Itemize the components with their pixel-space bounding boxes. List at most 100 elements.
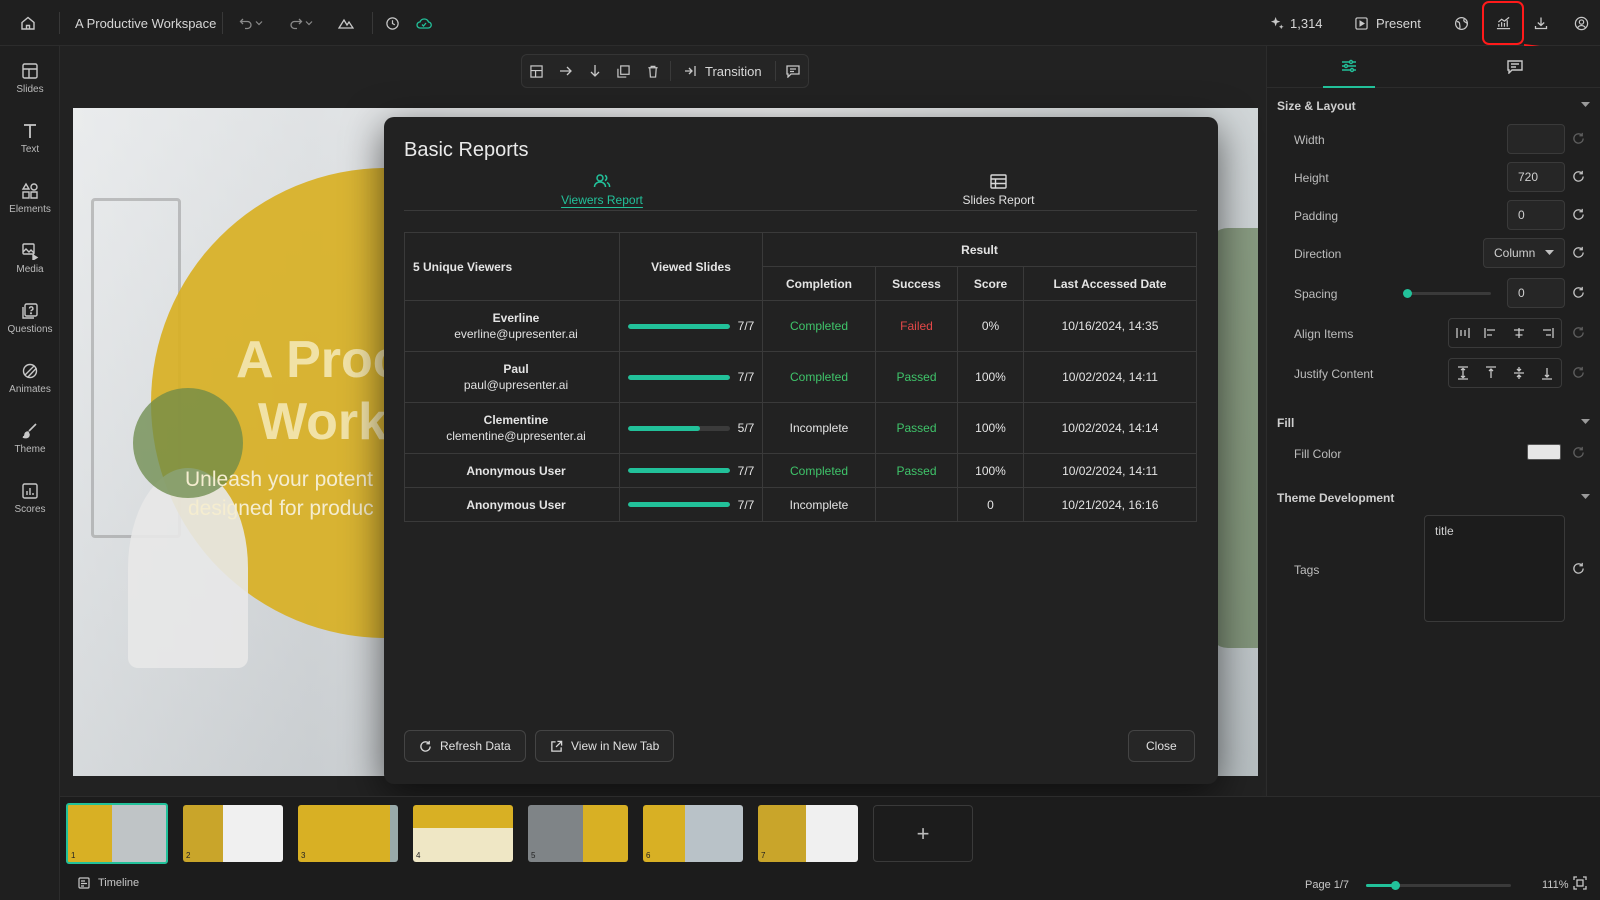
reset-icon[interactable]: [1572, 562, 1586, 576]
slide-number: 2: [186, 851, 191, 860]
slide-thumbnail[interactable]: 5: [528, 805, 628, 862]
slide-thumbnail[interactable]: 6: [643, 805, 743, 862]
zoom-slider-track[interactable]: [1366, 884, 1511, 887]
tab-viewers-report[interactable]: Viewers Report: [404, 169, 800, 211]
align-center-icon[interactable]: [1505, 319, 1533, 347]
chevron-down-icon[interactable]: [1581, 419, 1590, 425]
width-input[interactable]: [1507, 124, 1565, 154]
align-end-icon[interactable]: [1533, 319, 1561, 347]
close-button[interactable]: Close: [1128, 730, 1195, 762]
direction-value: Column: [1494, 246, 1536, 260]
sidebar-item-slides[interactable]: Slides: [0, 50, 60, 106]
duplicate-icon[interactable]: [609, 64, 638, 78]
refresh-data-button[interactable]: Refresh Data: [404, 730, 526, 762]
padding-input[interactable]: 0: [1507, 200, 1565, 230]
sidebar-item-theme[interactable]: Theme: [0, 410, 60, 466]
score-cell: 0: [957, 487, 1024, 522]
notes-icon[interactable]: [779, 64, 808, 78]
text-icon: [24, 123, 36, 138]
score-cell: 100%: [957, 402, 1024, 454]
view-in-new-tab-button[interactable]: View in New Tab: [535, 730, 675, 762]
sidebar-item-text[interactable]: Text: [0, 110, 60, 166]
completion-cell: Completed: [762, 351, 876, 403]
viewer-cell: Paul paul@upresenter.ai: [404, 351, 620, 403]
document-title[interactable]: A Productive Workspace: [75, 16, 216, 31]
reset-icon[interactable]: [1572, 246, 1586, 260]
chevron-down-icon[interactable]: [1581, 494, 1590, 500]
spacing-input[interactable]: 0: [1507, 278, 1565, 308]
reset-icon[interactable]: [1572, 132, 1586, 146]
slide-thumbnail[interactable]: 4: [413, 805, 513, 862]
sidebar-item-label: Text: [20, 143, 40, 155]
justify-start-icon[interactable]: [1477, 359, 1505, 387]
reset-icon[interactable]: [1572, 366, 1586, 380]
zoom-slider-thumb[interactable]: [1391, 881, 1400, 890]
arrow-down-icon[interactable]: [580, 64, 609, 78]
align-start-icon[interactable]: [1477, 319, 1505, 347]
viewed-slides-cell: 7/7: [619, 351, 763, 403]
sidebar-item-scores[interactable]: Scores: [0, 470, 60, 526]
sidebar-item-questions[interactable]: Questions: [0, 290, 60, 346]
sidebar-item-media[interactable]: Media: [0, 230, 60, 286]
chevron-down-icon[interactable]: [1581, 102, 1590, 108]
reset-icon[interactable]: [1572, 170, 1586, 184]
spacing-slider-track[interactable]: [1407, 292, 1491, 295]
align-stretch-icon[interactable]: [1449, 319, 1477, 347]
slide-thumbnail[interactable]: 3: [298, 805, 398, 862]
sidebar-item-animates[interactable]: Animates: [0, 350, 60, 406]
section-fill[interactable]: Fill: [1277, 416, 1294, 430]
justify-end-icon[interactable]: [1533, 359, 1561, 387]
progress-bar: [627, 468, 730, 473]
chevron-down-icon[interactable]: [303, 11, 315, 35]
reset-icon[interactable]: [1572, 286, 1586, 300]
reset-icon[interactable]: [1572, 208, 1586, 222]
mountain-icon[interactable]: [334, 11, 358, 35]
viewer-cell: Anonymous User: [404, 453, 620, 488]
history-icon[interactable]: [380, 11, 404, 35]
fill-color-swatch[interactable]: [1527, 444, 1561, 460]
tab-comments[interactable]: [1489, 46, 1541, 88]
download-icon[interactable]: [1529, 11, 1553, 35]
score-cell: 100%: [957, 351, 1024, 403]
slide-thumbnail[interactable]: 2: [183, 805, 283, 862]
cloud-saved-icon: [412, 11, 436, 35]
timeline-button[interactable]: Timeline: [78, 877, 139, 889]
sidebar-item-elements[interactable]: Elements: [0, 170, 60, 226]
viewed-count: 7/7: [737, 370, 755, 384]
chevron-down-icon[interactable]: [253, 11, 265, 35]
divider: [59, 12, 60, 34]
direction-select[interactable]: Column: [1483, 238, 1565, 268]
tags-textarea[interactable]: title: [1424, 515, 1565, 622]
reports-chart-icon[interactable]: [1491, 11, 1515, 35]
globe-icon[interactable]: [1449, 11, 1473, 35]
progress-bar: [627, 425, 730, 431]
slide-thumbnail[interactable]: 7: [758, 805, 858, 862]
layout-icon[interactable]: [522, 64, 551, 78]
slide-number: 3: [301, 851, 306, 860]
reset-icon[interactable]: [1572, 446, 1586, 460]
section-theme-development[interactable]: Theme Development: [1277, 491, 1394, 505]
transition-button[interactable]: Transition: [674, 64, 772, 79]
spacing-slider-thumb[interactable]: [1403, 289, 1412, 298]
slide-thumbnail[interactable]: 1: [66, 803, 168, 864]
sidebar-item-label: Theme: [14, 443, 46, 455]
user-account-icon[interactable]: [1569, 11, 1593, 35]
viewed-count: 7/7: [737, 497, 755, 512]
justify-center-icon[interactable]: [1505, 359, 1533, 387]
modal-title: Basic Reports: [404, 139, 529, 161]
reset-icon[interactable]: [1572, 326, 1586, 340]
height-input[interactable]: 720: [1507, 162, 1565, 192]
fit-screen-icon[interactable]: [1573, 876, 1587, 890]
divider: [372, 12, 373, 34]
trash-icon[interactable]: [638, 65, 667, 78]
tab-slides-report[interactable]: Slides Report: [800, 169, 1197, 211]
last-accessed-cell: 10/02/2024, 14:11: [1023, 351, 1197, 403]
section-size-layout[interactable]: Size & Layout: [1277, 99, 1356, 113]
arrow-right-icon[interactable]: [551, 65, 580, 77]
add-slide-button[interactable]: +: [873, 805, 973, 862]
tab-design[interactable]: [1323, 46, 1375, 88]
present-button[interactable]: Present: [1355, 11, 1421, 35]
viewed-slides-cell: 5/7: [619, 402, 763, 454]
justify-between-icon[interactable]: [1449, 359, 1477, 387]
home-icon[interactable]: [16, 11, 40, 35]
